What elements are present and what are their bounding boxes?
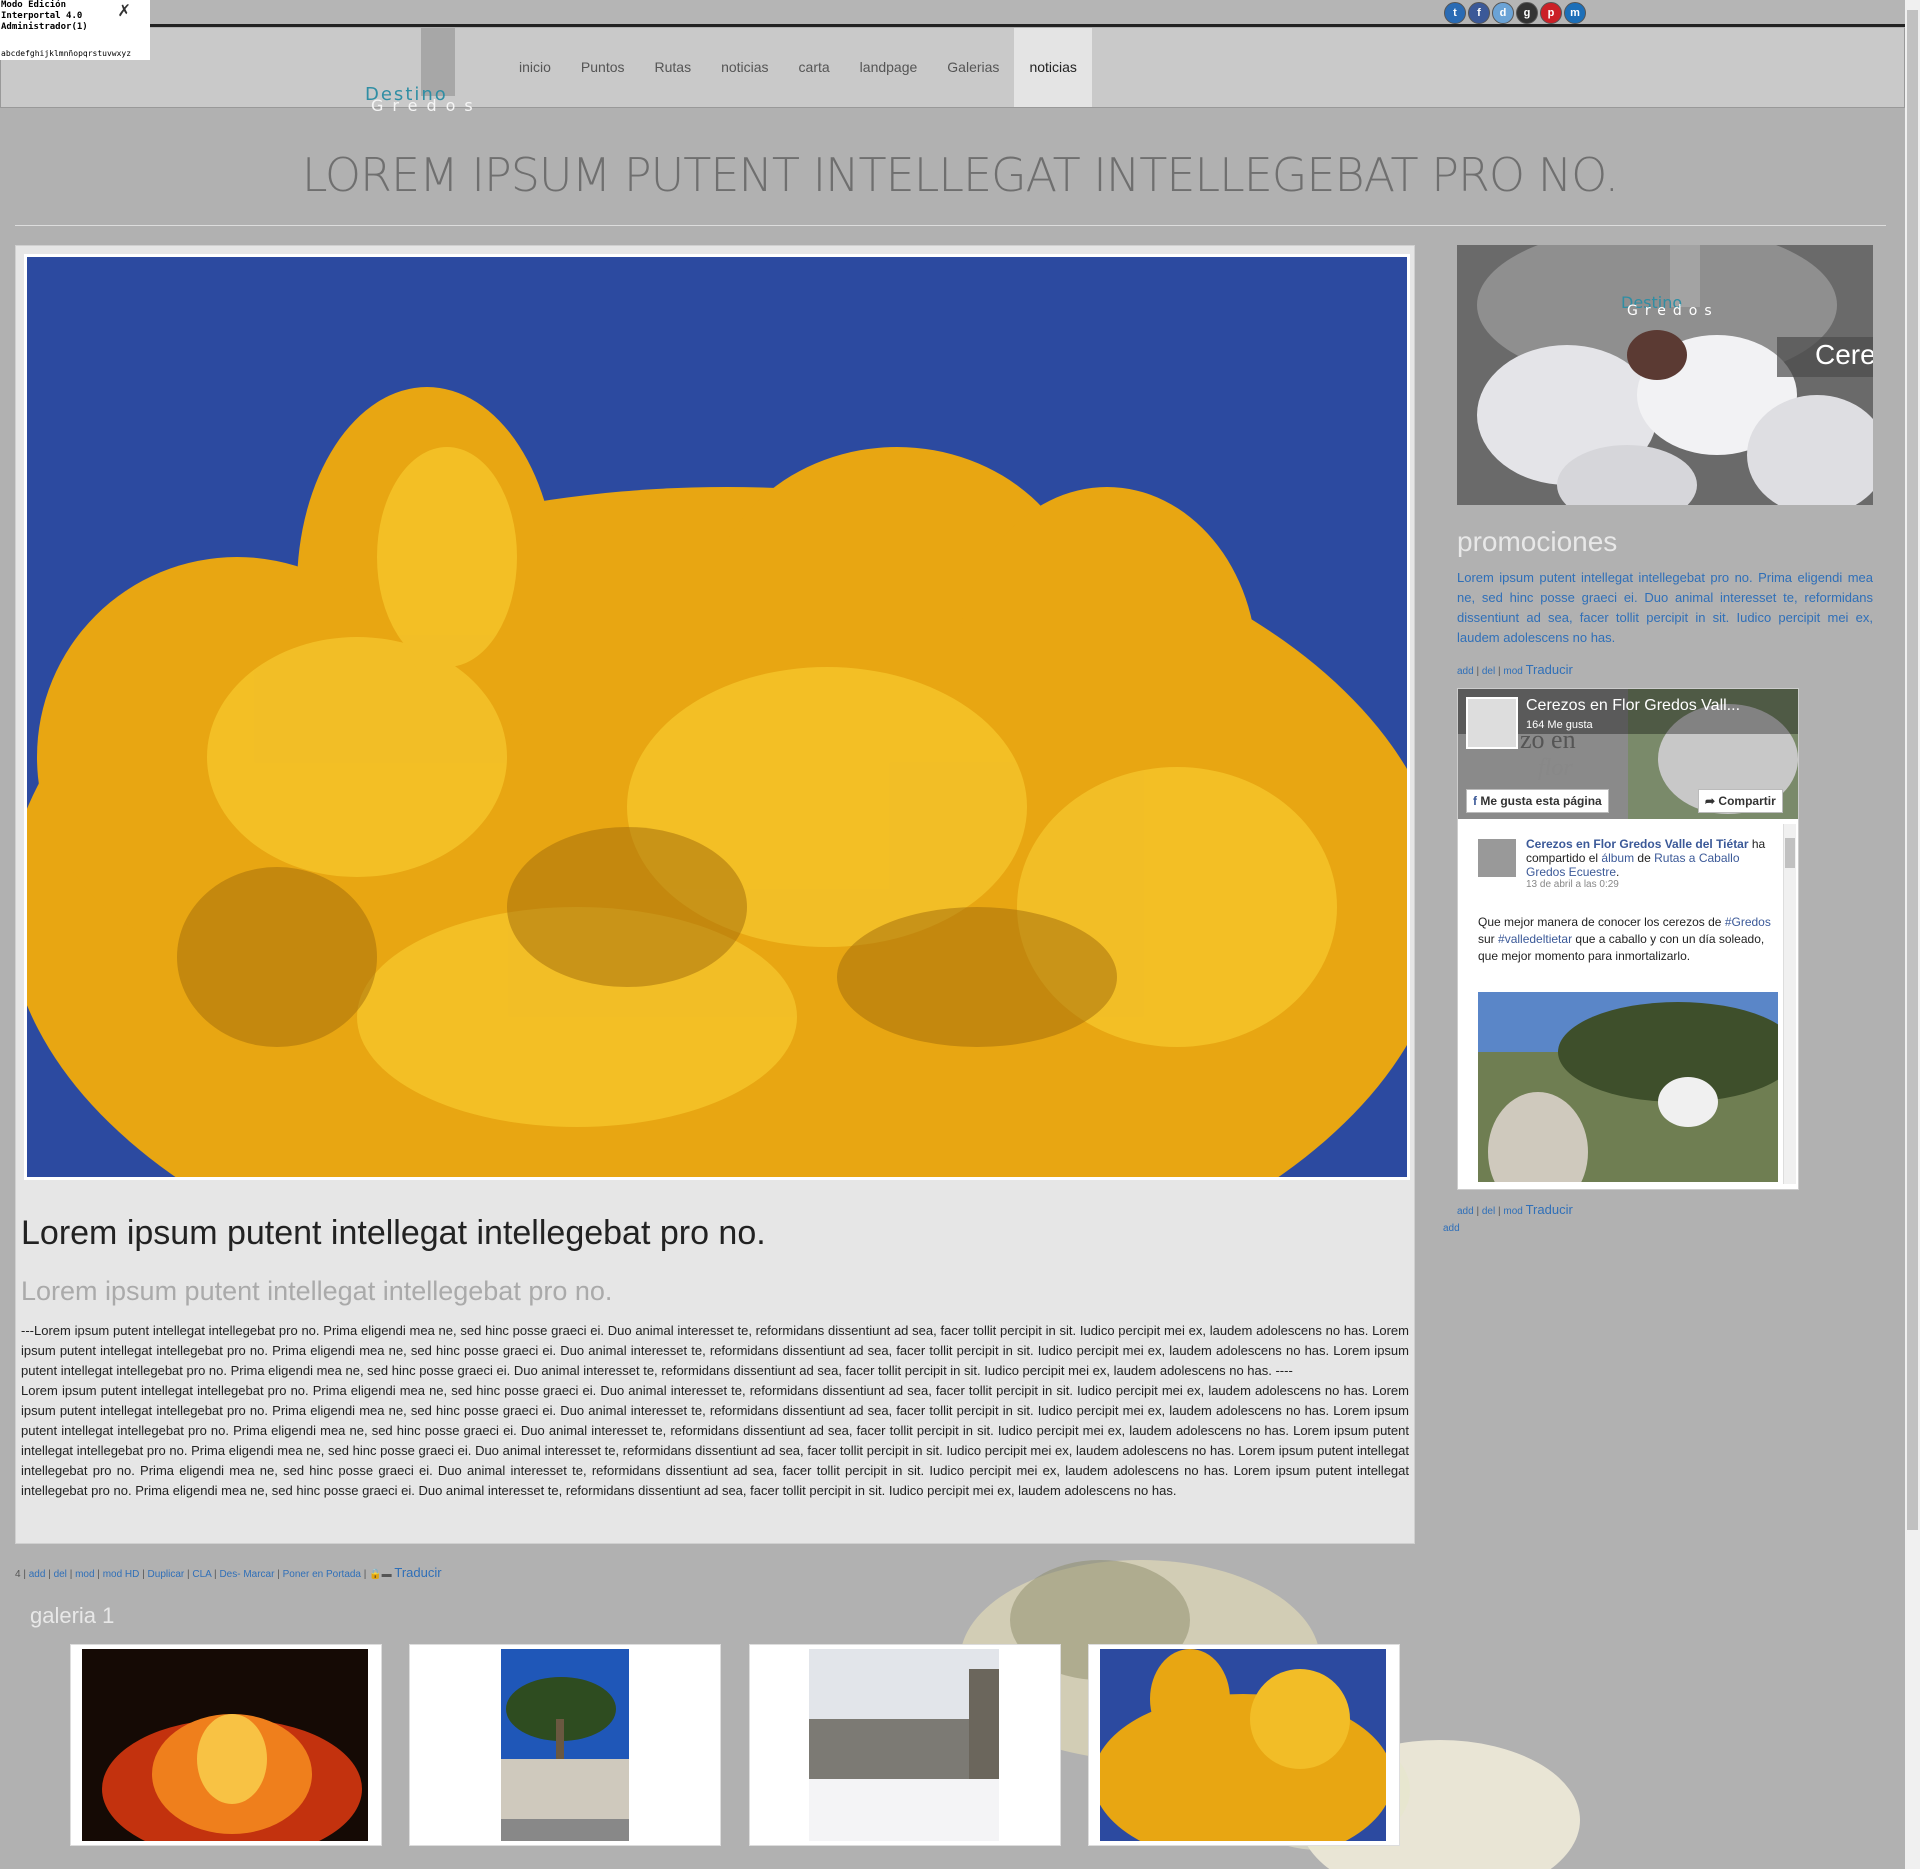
- promo-del-link[interactable]: del: [1482, 666, 1495, 677]
- post-text-1: Que mejor manera de conocer los cerezos …: [1478, 915, 1722, 929]
- cla-link[interactable]: CLA: [192, 1569, 211, 1580]
- sidebar-add-link-wrap: add: [1443, 1223, 1460, 1234]
- article-paragraph-1: ---Lorem ipsum putent intellegat intelle…: [21, 1323, 1409, 1378]
- tag-gredos[interactable]: #Gredos: [1725, 915, 1771, 929]
- fb-mod-link[interactable]: mod: [1503, 1206, 1522, 1217]
- facebook-post-text: Que mejor manera de conocer los cerezos …: [1478, 914, 1778, 965]
- site-logo[interactable]: Destino Gredos: [365, 84, 473, 115]
- pinterest-icon[interactable]: p: [1540, 2, 1562, 24]
- admin-alphabet[interactable]: abcdefghijklmnñopqrstuvwxyz: [1, 48, 131, 59]
- facebook-icon[interactable]: f: [1468, 2, 1490, 24]
- desmarcar-link[interactable]: Des- Marcar: [219, 1569, 274, 1580]
- meneame-icon[interactable]: m: [1564, 2, 1586, 24]
- nav-item-rutas[interactable]: Rutas: [640, 28, 707, 107]
- fb-translate-link[interactable]: Traducir: [1526, 1202, 1573, 1217]
- logo-line-2: Gredos: [371, 96, 482, 115]
- post-action-2: de: [1637, 851, 1651, 865]
- fb-admin-links: add | del | mod Traducir: [1457, 1202, 1573, 1217]
- facebook-post-photo[interactable]: [1478, 992, 1778, 1182]
- promo-title: promociones: [1457, 526, 1618, 557]
- article-title: Lorem ipsum putent intellegat intellegeb…: [21, 1214, 766, 1252]
- article-image: [24, 254, 1410, 1180]
- mod-link[interactable]: mod: [75, 1569, 94, 1580]
- facebook-page-name[interactable]: Cerezos en Flor Gredos Vall...: [1526, 697, 1740, 715]
- post-date[interactable]: 13 de abril a las 0:29: [1526, 879, 1766, 890]
- portada-link[interactable]: Poner en Portada: [283, 1569, 361, 1580]
- facebook-page-widget: Cerezos en Flor Gredos Vall... 164 Me gu…: [1457, 688, 1799, 1190]
- post-album-link[interactable]: álbum: [1601, 851, 1634, 865]
- page-scrollbar[interactable]: [1905, 0, 1920, 1869]
- add-link[interactable]: add: [29, 1569, 46, 1580]
- facebook-like-button[interactable]: f Me gusta esta página: [1466, 789, 1609, 813]
- twitter-icon[interactable]: t: [1444, 2, 1466, 24]
- flag-icon[interactable]: ▬: [382, 1569, 392, 1580]
- page-title: LOREM IPSUM PUTENT INTELLEGAT INTELLEGEB…: [301, 148, 1619, 202]
- facebook-scroll-thumb[interactable]: [1785, 838, 1795, 868]
- article-body: ---Lorem ipsum putent intellegat intelle…: [21, 1321, 1409, 1501]
- social-share-bar: t f d g p m: [1444, 2, 1586, 24]
- promo-translate-link[interactable]: Traducir: [1526, 662, 1573, 677]
- article-subtitle: Lorem ipsum putent intellegat intellegeb…: [21, 1276, 613, 1306]
- sidebar-banner[interactable]: Destino Gredos Cere: [1457, 245, 1873, 505]
- gallery-thumb-1[interactable]: [70, 1644, 382, 1846]
- promo-add-link[interactable]: add: [1457, 666, 1474, 677]
- main-menu: inicio Puntos Rutas noticias carta landp…: [504, 28, 1092, 107]
- banner-logo-line-2: Gredos: [1627, 303, 1719, 319]
- mod-hd-link[interactable]: mod HD: [103, 1569, 140, 1580]
- nav-item-carta[interactable]: carta: [784, 28, 845, 107]
- like-button-label: Me gusta esta página: [1480, 794, 1602, 808]
- nav-item-puntos[interactable]: Puntos: [566, 28, 640, 107]
- digg-icon[interactable]: g: [1516, 2, 1538, 24]
- delicious-icon[interactable]: d: [1492, 2, 1514, 24]
- fb-del-link[interactable]: del: [1482, 1206, 1495, 1217]
- gallery-thumb-2[interactable]: [409, 1644, 721, 1846]
- duplicar-link[interactable]: Duplicar: [148, 1569, 185, 1580]
- gallery-title: galeria 1: [30, 1603, 115, 1628]
- admin-line-3: Administrador(1): [1, 22, 88, 32]
- gallery-thumb-3[interactable]: [749, 1644, 1061, 1846]
- banner-text: Cere: [1815, 339, 1873, 370]
- nav-item-noticias-active[interactable]: noticias: [1014, 28, 1092, 107]
- del-link[interactable]: del: [54, 1569, 67, 1580]
- facebook-post-header: Cerezos en Flor Gredos Valle del Tiétar …: [1526, 837, 1766, 890]
- facebook-cover: Cerezos en Flor Gredos Vall... 164 Me gu…: [1458, 689, 1798, 819]
- share-button-label: Compartir: [1718, 794, 1776, 808]
- facebook-f-icon: f: [1473, 794, 1477, 808]
- nav-item-noticias[interactable]: noticias: [706, 28, 783, 107]
- sidebar-add-link[interactable]: add: [1443, 1223, 1460, 1234]
- admin-mode-box: Modo Edición Interportal 4.0 Administrad…: [0, 0, 150, 60]
- promo-mod-link[interactable]: mod: [1503, 666, 1522, 677]
- article-admin-links: 4 | add | del | mod | mod HD | Duplicar …: [15, 1565, 442, 1580]
- share-arrow-icon: ➦: [1705, 794, 1716, 808]
- promo-text: Lorem ipsum putent intellegat intellegeb…: [1457, 570, 1873, 645]
- post-author[interactable]: Cerezos en Flor Gredos Valle del Tiétar: [1526, 837, 1749, 851]
- article-count: 4: [15, 1569, 21, 1580]
- cover-text-2: flor: [1538, 755, 1573, 781]
- post-avatar[interactable]: [1478, 839, 1516, 877]
- facebook-page-avatar[interactable]: [1466, 697, 1518, 749]
- promo-admin-links: add | del | mod Traducir: [1457, 662, 1573, 677]
- cover-text-1: zo en: [1520, 725, 1576, 754]
- gallery-thumb-4[interactable]: [1088, 1644, 1400, 1846]
- translate-link[interactable]: Traducir: [394, 1565, 441, 1580]
- divider: [15, 225, 1886, 226]
- lock-icon[interactable]: 🔒: [369, 1569, 381, 1580]
- facebook-widget-scrollbar[interactable]: [1783, 824, 1796, 1184]
- nav-item-landpage[interactable]: landpage: [845, 28, 933, 107]
- top-bar: [0, 0, 1905, 27]
- facebook-share-button[interactable]: ➦ Compartir: [1698, 789, 1783, 813]
- nav-item-galerias[interactable]: Galerias: [932, 28, 1014, 107]
- fb-add-link[interactable]: add: [1457, 1206, 1474, 1217]
- nav-item-inicio[interactable]: inicio: [504, 28, 566, 107]
- article-card: Lorem ipsum putent intellegat intellegeb…: [15, 245, 1415, 1544]
- tag-valledeltietar[interactable]: #valledeltietar: [1498, 932, 1572, 946]
- page-scroll-thumb[interactable]: [1907, 10, 1918, 1530]
- tools-icon[interactable]: ✗: [118, 0, 130, 19]
- article-paragraph-2: Lorem ipsum putent intellegat intellegeb…: [21, 1383, 1409, 1498]
- post-text-2: sur: [1478, 932, 1495, 946]
